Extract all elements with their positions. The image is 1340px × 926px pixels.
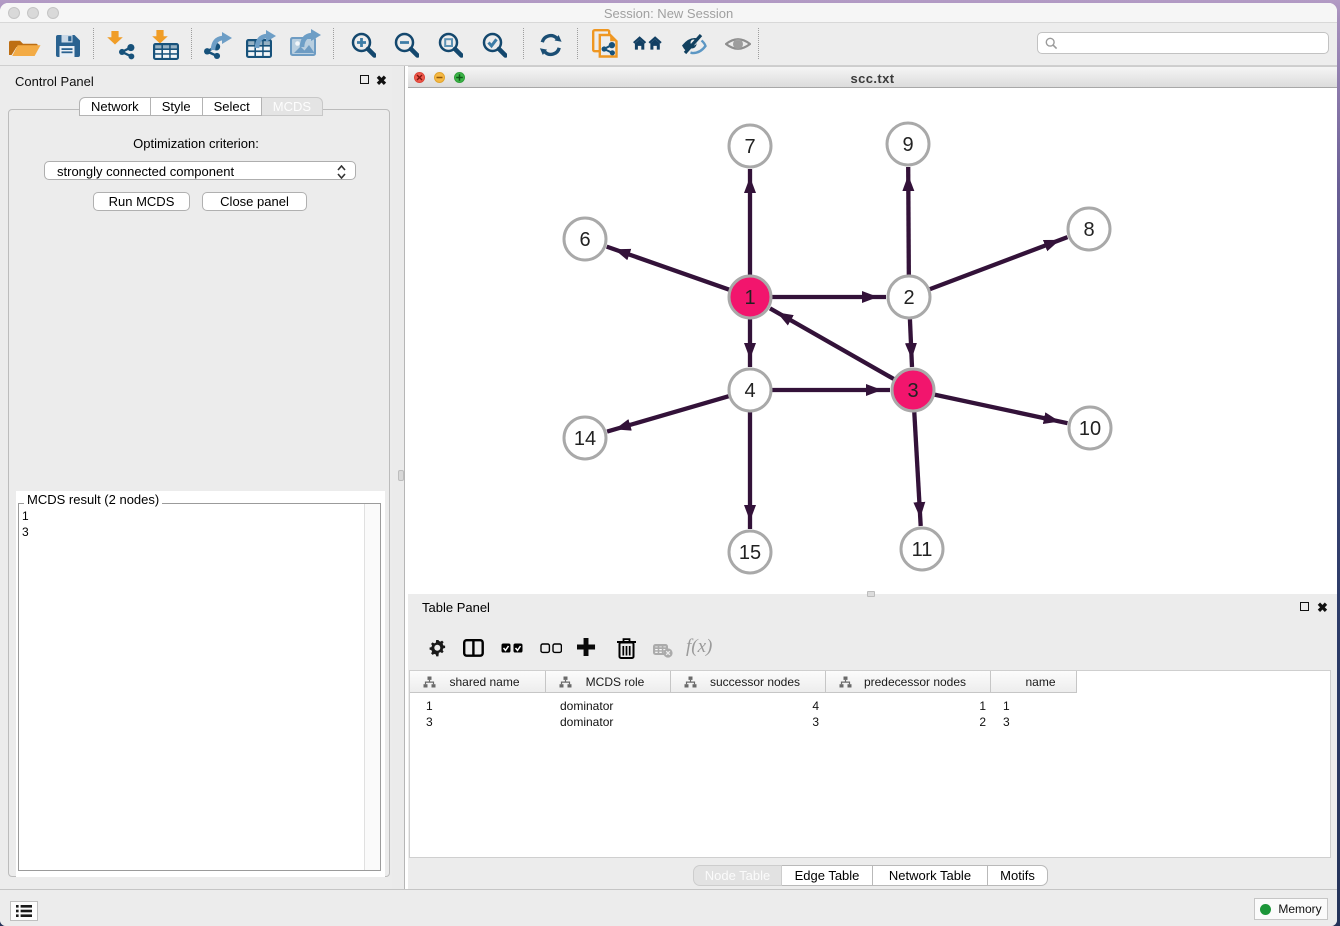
svg-text:6: 6	[579, 229, 590, 251]
svg-text:1: 1	[744, 287, 755, 309]
svg-text:2: 2	[903, 287, 914, 309]
svg-text:15: 15	[739, 542, 761, 564]
svg-text:4: 4	[744, 380, 755, 402]
svg-text:8: 8	[1083, 219, 1094, 241]
svg-text:10: 10	[1079, 418, 1101, 440]
svg-text:11: 11	[912, 539, 933, 561]
svg-text:7: 7	[744, 136, 755, 158]
svg-text:3: 3	[907, 380, 918, 402]
svg-text:14: 14	[574, 428, 596, 450]
svg-text:9: 9	[902, 134, 913, 156]
